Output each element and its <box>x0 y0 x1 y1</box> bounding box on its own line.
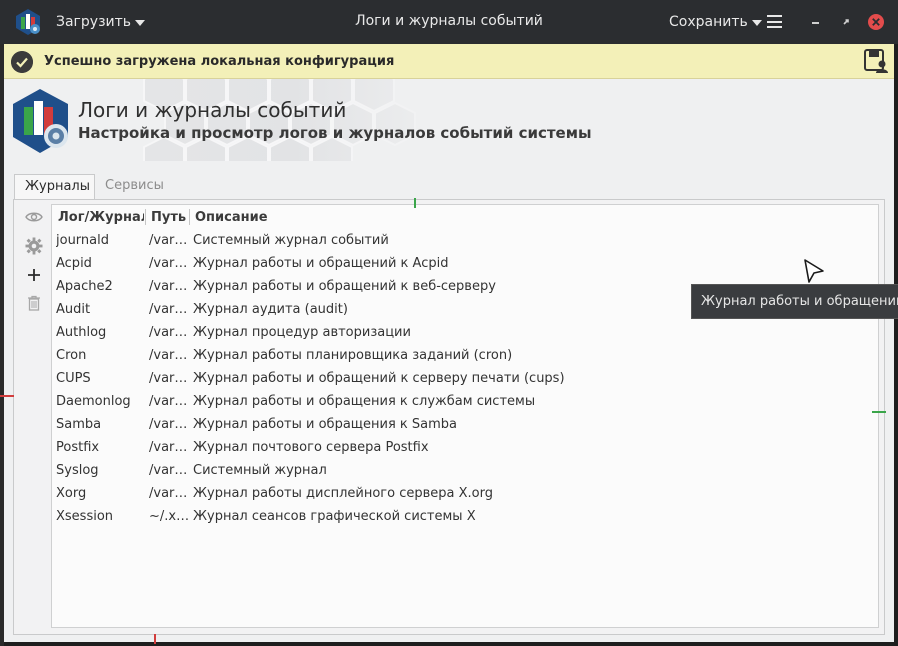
row-path-cell: /var… <box>149 394 188 409</box>
row-path-cell: /var… <box>149 417 188 432</box>
tab-journals[interactable]: Журналы <box>14 174 95 200</box>
row-path-cell: /var… <box>149 348 188 363</box>
row-description-cell: Журнал сеансов графической системы X <box>193 509 476 524</box>
plus-icon <box>28 269 40 281</box>
mouse-cursor-icon <box>804 259 824 283</box>
row-path-cell: /var… <box>149 440 188 455</box>
delete-button[interactable] <box>20 290 48 316</box>
save-menu-label: Сохранить <box>669 14 748 30</box>
row-name-cell: journald <box>56 233 109 248</box>
load-menu-label: Загрузить <box>56 14 132 30</box>
table-row[interactable]: Xsession ~/.x… Журнал сеансов графической … <box>52 505 878 528</box>
save-user-config-icon[interactable] <box>862 47 890 75</box>
table-row[interactable]: Postfix/var… Журнал почтового сервера Pos… <box>52 436 878 459</box>
row-description-cell: Журнал работы дисплейного сервера X.org <box>193 486 493 501</box>
title-bar: Загрузить Логи и журналы событий Сохрани… <box>0 0 898 44</box>
row-name-cell: Postfix <box>56 440 100 455</box>
red-resize-marker <box>154 634 156 644</box>
column-divider[interactable] <box>189 209 190 225</box>
row-path-cell: ~/.x… <box>149 509 189 524</box>
row-name-cell: Syslog <box>56 463 99 478</box>
column-header-description[interactable]: Описание <box>195 210 315 225</box>
chevron-down-icon <box>135 19 146 26</box>
row-path-cell: /var… <box>149 279 188 294</box>
table-row[interactable]: journald/var… Системный журнал событий <box>52 229 878 252</box>
load-menu-button[interactable]: Загрузить <box>56 14 146 30</box>
row-name-cell: Xsession <box>56 509 114 524</box>
row-name-cell: Authlog <box>56 325 107 340</box>
page-subtitle: Настройка и просмотр логов и журналов со… <box>78 124 592 142</box>
row-description-cell: Системный журнал <box>193 463 327 478</box>
save-menu-button[interactable]: Сохранить <box>669 14 762 30</box>
row-description-cell: Системный журнал событий <box>193 233 389 248</box>
logs-app-logo-icon <box>13 89 68 153</box>
row-description-cell: Журнал работы планировщика заданий (cron… <box>193 348 513 363</box>
row-path-cell: /var… <box>149 302 188 317</box>
row-name-cell: Xorg <box>56 486 87 501</box>
table-row[interactable]: Samba/var… Журнал работы и обращения к Sa… <box>52 413 878 436</box>
chevron-down-icon <box>751 19 762 26</box>
column-header-name[interactable]: Лог/Журнал <box>58 210 144 225</box>
row-description-cell: Журнал работы и обращения к Samba <box>193 417 458 432</box>
tab-services[interactable]: Сервисы <box>95 174 174 200</box>
journals-panel: Лог/Журнал Путь Описание journald/var… Си… <box>13 199 885 635</box>
table-row[interactable]: Xorg/var… Журнал работы дисплейного серве… <box>52 482 878 505</box>
notification-text: Успешно загружена локальная конфигурация <box>44 54 395 69</box>
row-path-cell: /var… <box>149 256 188 271</box>
row-description-cell: Журнал процедур авторизации <box>193 325 411 340</box>
main-window: Успешно загружена локальная конфигурация <box>4 44 894 642</box>
red-resize-marker <box>0 395 14 397</box>
close-button[interactable] <box>866 12 886 32</box>
row-path-cell: /var… <box>149 486 188 501</box>
check-circle-icon <box>11 51 33 73</box>
hamburger-menu-icon[interactable] <box>767 15 782 28</box>
table-header: Лог/Журнал Путь Описание <box>52 205 878 229</box>
table-body: journald/var… Системный журнал событий Acp… <box>52 229 878 528</box>
row-path-cell: /var… <box>149 371 188 386</box>
row-name-cell: CUPS <box>56 371 91 386</box>
table-row[interactable]: Daemonlog/var… Журнал работы и обращения … <box>52 390 878 413</box>
description-tooltip: Журнал работы и обращений к веб-серверу <box>691 284 898 319</box>
table-row[interactable]: Syslog/var… Системный журнал <box>52 459 878 482</box>
row-description-cell: Журнал работы и обращения к службам сист… <box>193 394 536 409</box>
row-description-cell: Журнал работы и обращений к серверу печа… <box>193 371 565 386</box>
row-path-cell: /var… <box>149 325 188 340</box>
page-header: Логи и журналы событий Настройка и просм… <box>4 79 894 161</box>
row-name-cell: Daemonlog <box>56 394 131 409</box>
app-logo-icon <box>16 9 40 35</box>
row-name-cell: Apache2 <box>56 279 113 294</box>
table-row[interactable]: Cron/var… Журнал работы планировщика зада… <box>52 344 878 367</box>
table-row[interactable]: Authlog/var… Журнал процедур авторизации <box>52 321 878 344</box>
row-name-cell: Audit <box>56 302 91 317</box>
row-description-cell: Журнал работы и обращений к Acpid <box>193 256 449 271</box>
column-divider[interactable] <box>145 209 146 225</box>
row-path-cell: /var… <box>149 463 188 478</box>
row-path-cell: /var… <box>149 233 188 248</box>
add-button[interactable] <box>20 262 48 288</box>
row-name-cell: Cron <box>56 348 87 363</box>
minimize-button[interactable] <box>806 12 826 32</box>
restore-button[interactable] <box>836 12 856 32</box>
eye-icon <box>25 212 43 222</box>
page-title: Логи и журналы событий <box>78 98 347 122</box>
green-resize-marker <box>414 198 416 208</box>
notification-bar: Успешно загружена локальная конфигурация <box>4 44 894 79</box>
row-name-cell: Samba <box>56 417 102 432</box>
row-name-cell: Acpid <box>56 256 92 271</box>
journals-table[interactable]: Лог/Журнал Путь Описание journald/var… Си… <box>51 204 879 628</box>
table-row[interactable]: Acpid/var… Журнал работы и обращений к Ac… <box>52 252 878 275</box>
green-resize-marker <box>872 411 886 413</box>
row-description-cell: Журнал почтового сервера Postfix <box>193 440 429 455</box>
column-header-path[interactable]: Путь <box>151 210 189 225</box>
table-row[interactable]: CUPS/var… Журнал работы и обращений к сер… <box>52 367 878 390</box>
trash-icon <box>28 295 40 311</box>
view-button[interactable] <box>20 204 48 230</box>
gear-icon <box>25 237 43 255</box>
settings-button[interactable] <box>20 233 48 259</box>
